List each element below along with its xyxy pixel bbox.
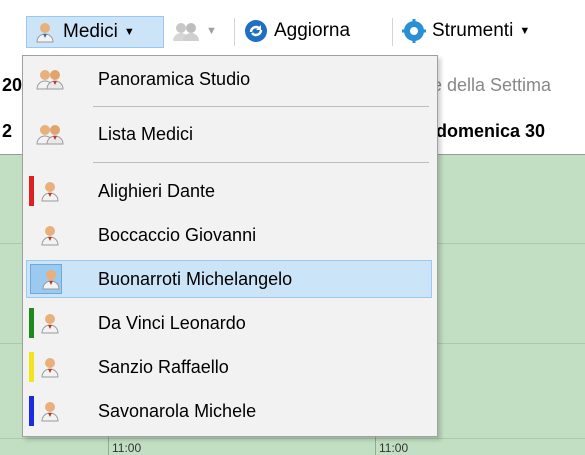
gear-icon [402,19,426,43]
doctor-color-indicator [29,352,34,382]
strumenti-dropdown-button[interactable]: Strumenti ▼ [398,16,582,46]
chevron-down-icon: ▼ [123,26,135,38]
menu-item-label: Sanzio Raffaello [98,357,229,377]
aggiorna-label: Aggiorna [274,20,351,41]
users-icon [173,23,199,41]
doctor-color-indicator [29,176,34,206]
menu-item-sanzio-raffaello[interactable]: Sanzio Raffaello [26,348,432,386]
doctor-icon [41,358,59,378]
strumenti-label: Strumenti [432,20,514,41]
menu-item-label: Buonarroti Michelangelo [98,269,293,289]
toolbar-separator [234,18,235,46]
medici-dropdown-menu: Panoramica Studio Lista Medici Alighieri… [22,55,438,437]
toolbar-separator [392,18,393,46]
doctor-icon [41,226,59,246]
calendar-day-sunday: domenica 30 [436,121,546,141]
user-disabled-dropdown-button[interactable]: ▼ [168,16,228,46]
menu-item-label: Da Vinci Leonardo [98,313,246,333]
menu-item-label: Savonarola Michele [98,401,257,421]
calendar-date-fragment: 2 [2,121,13,141]
refresh-icon [245,20,267,42]
menu-separator [93,162,429,163]
menu-item-alighieri-dante[interactable]: Alighieri Dante [26,172,432,210]
menu-item-boccaccio-giovanni[interactable]: Boccaccio Giovanni [26,216,432,254]
doctor-icon [41,314,59,334]
menu-separator [93,106,429,107]
time-label: 11:00 [112,441,142,455]
users-group-icon [36,70,64,90]
chevron-down-icon: ▼ [206,25,217,37]
menu-item-label: Lista Medici [98,124,194,144]
doctor-icon [41,402,59,422]
medici-label: Medici [63,21,118,42]
menu-item-buonarroti-michelangelo[interactable]: Buonarroti Michelangelo [26,260,432,298]
doctor-icon [42,270,60,290]
menu-item-da-vinci-leonardo[interactable]: Da Vinci Leonardo [26,304,432,342]
chevron-down-icon: ▼ [519,25,531,37]
grid-line [0,438,585,439]
menu-item-panoramica-studio[interactable]: Panoramica Studio [26,60,432,98]
menu-item-lista-medici[interactable]: Lista Medici [26,115,432,153]
users-group-icon [36,125,64,145]
calendar-year-fragment: 20 [2,75,23,95]
aggiorna-button[interactable]: Aggiorna [240,16,386,46]
medici-dropdown-button[interactable]: Medici ▼ [26,16,164,48]
calendar-week-label: e della Settima [432,75,552,95]
doctor-color-indicator [29,308,34,338]
menu-item-label: Alighieri Dante [98,181,216,201]
menu-item-savonarola-michele[interactable]: Savonarola Michele [26,392,432,430]
doctor-color-indicator [29,396,34,426]
toolbar: Medici ▼ ▼ Aggiorna Strumenti ▼ [0,0,585,56]
time-label: 11:00 [379,441,409,455]
menu-item-label: Panoramica Studio [98,69,251,89]
menu-item-label: Boccaccio Giovanni [98,225,257,245]
user-icon [36,23,54,43]
doctor-icon [41,182,59,202]
